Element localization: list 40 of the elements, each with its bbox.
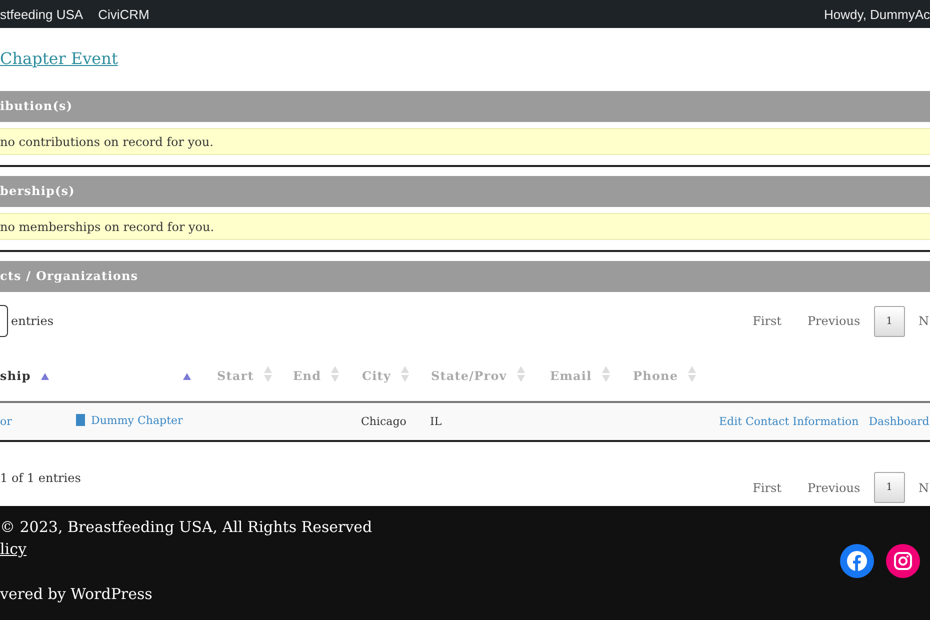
- admin-bar-item[interactable]: CiviCRM: [98, 6, 150, 22]
- page-button[interactable]: 1: [874, 306, 904, 336]
- pagination-link[interactable]: First: [740, 474, 794, 502]
- sort-ascending-icon[interactable]: [183, 372, 191, 380]
- section-header: bership(s): [0, 176, 930, 207]
- admin-bar-item[interactable]: stfeeding USA: [0, 6, 84, 22]
- pagination-link[interactable]: N: [906, 474, 930, 502]
- account-menu[interactable]: Howdy, DummyAc: [824, 6, 930, 22]
- sort-ascending-icon[interactable]: [40, 372, 49, 380]
- building-icon: [76, 414, 85, 426]
- section-header: cts / Organizations: [0, 261, 930, 292]
- sort-icon[interactable]: [516, 366, 525, 382]
- event-link[interactable]: Chapter Event: [0, 49, 118, 68]
- pagination-link[interactable]: Previous: [795, 474, 872, 502]
- instagram-icon[interactable]: [886, 544, 920, 578]
- copyright-text: © 2023, Breastfeeding USA, All Rights Reserved: [0, 517, 372, 538]
- relationship-link[interactable]: or: [0, 415, 12, 428]
- action-link[interactable]: Dashboard: [868, 415, 930, 428]
- pagination-link[interactable]: First: [740, 307, 794, 335]
- entries-label: entries: [11, 314, 54, 328]
- sort-icon[interactable]: [401, 366, 410, 382]
- action-link[interactable]: Edit Contact Information: [719, 415, 859, 428]
- policy-link[interactable]: licy: [0, 540, 26, 558]
- facebook-icon[interactable]: [840, 544, 874, 578]
- entries-info: 1 of 1 entries: [0, 471, 81, 485]
- notice-message: no contributions on record for you.: [0, 128, 930, 155]
- table-cell: IL: [430, 415, 442, 428]
- section-header: ibution(s): [0, 91, 930, 122]
- sort-icon[interactable]: [602, 366, 610, 382]
- table-cell: Chicago: [361, 415, 406, 428]
- notice-message: no memberships on record for you.: [0, 213, 930, 240]
- sort-icon[interactable]: [331, 366, 340, 382]
- column-header[interactable]: ship: [0, 368, 31, 382]
- pagination-link[interactable]: Previous: [795, 307, 872, 335]
- powered-by-text: vered by WordPress: [0, 584, 154, 605]
- sort-icon[interactable]: [688, 366, 696, 382]
- page-button[interactable]: 1: [874, 472, 904, 503]
- page-size-select[interactable]: [0, 305, 8, 337]
- sort-icon[interactable]: [264, 366, 272, 382]
- pagination-link[interactable]: N: [906, 307, 930, 335]
